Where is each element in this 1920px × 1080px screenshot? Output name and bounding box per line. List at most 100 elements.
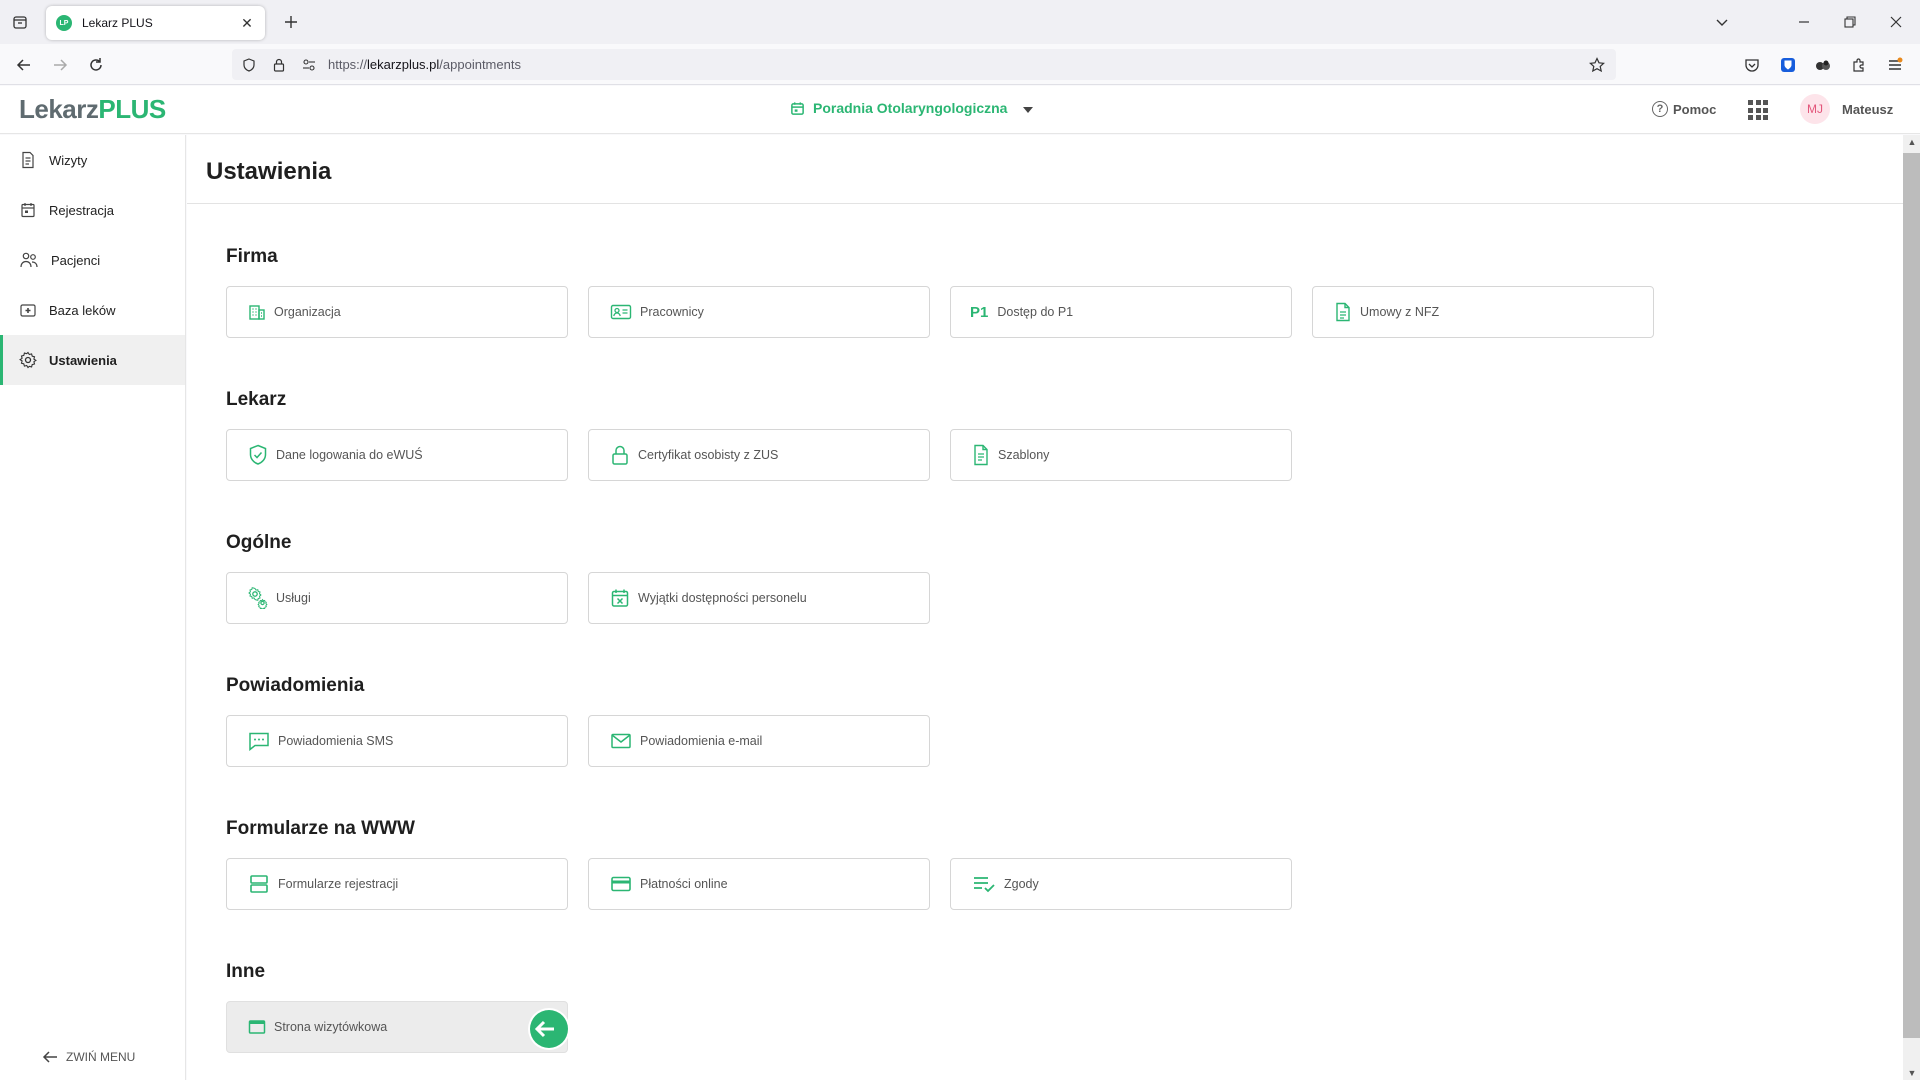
card-label: Dostęp do P1 [997,305,1074,319]
people-icon [20,252,38,268]
sidebar-item-rejestracja[interactable]: Rejestracja [0,185,185,235]
card-dane-logowania-ewus[interactable]: Dane logowania do eWUŚ [226,429,568,481]
scroll-up-icon[interactable]: ▲ [1907,137,1917,147]
sidebar-item-label: Wizyty [49,152,88,168]
clinic-selector[interactable]: Poradnia Otolaryngologiczna [790,100,1041,116]
sidebar-item-label: Rejestracja [49,202,115,218]
app-menu-icon[interactable] [1882,52,1908,78]
card-label: Umowy z NFZ [1360,305,1440,319]
section-title-powiadomienia: Powiadomienia [226,675,365,696]
tab-list-icon[interactable] [8,10,32,34]
card-strona-wizytowkowa[interactable]: Strona wizytówkowa [226,1001,568,1053]
close-tab-icon[interactable]: ✕ [239,15,255,32]
card-label: Wyjątki dostępności personelu [638,591,807,605]
card-label: Formularze rejestracji [278,877,399,891]
sidebar-item-baza-lekow[interactable]: Baza leków [0,285,185,335]
lock-icon[interactable] [266,52,292,78]
card-organizacja[interactable]: Organizacja [226,286,568,338]
main-content: Ustawienia Firma Organizacja Pracownicy … [187,135,1903,1080]
card-platnosci-online[interactable]: Płatności online [588,858,930,910]
pocket-icon[interactable] [1739,52,1765,78]
help-icon: ? [1652,101,1668,117]
card-label: Zgody [1004,877,1039,891]
forward-icon[interactable] [47,52,73,78]
browser-tab[interactable]: LP Lekarz PLUS ✕ [46,6,265,40]
section-title-firma: Firma [226,246,278,267]
section-title-inne: Inne [226,961,266,982]
browser-nav-bar: https://lekarzplus.pl/appointments [0,44,1920,85]
credit-card-icon [611,876,631,892]
card-label: Certyfikat osobisty z ZUS [638,448,779,462]
envelope-icon [611,733,631,749]
card-formularze-rejestracji[interactable]: Formularze rejestracji [226,858,568,910]
page-title: Ustawienia [206,158,332,185]
shield-icon[interactable] [236,52,262,78]
calendar-cancel-icon [611,589,629,607]
sidebar-item-label: Pacjenci [51,252,101,268]
reload-icon[interactable] [83,52,109,78]
sidebar: Wizyty Rejestracja Pacjenci Baza leków U… [0,135,186,1080]
browser-tab-bar: LP Lekarz PLUS ✕ [0,0,1920,44]
tab-overflow-chevron-icon[interactable] [1710,10,1734,34]
app-header: LekarzPLUS Poradnia Otolaryngologiczna ?… [0,86,1920,134]
close-window-icon[interactable] [1884,10,1908,34]
arrow-left-icon [42,1051,57,1063]
document-icon [974,444,988,466]
arrow-left-icon [534,1020,554,1038]
card-powiadomienia-sms[interactable]: Powiadomienia SMS [226,715,568,767]
help-button[interactable]: ? Pomoc [1652,101,1716,117]
minimize-icon[interactable] [1792,10,1816,34]
back-icon[interactable] [11,52,37,78]
card-szablony[interactable]: Szablony [950,429,1292,481]
gear-icon [19,351,37,369]
card-label: Powiadomienia SMS [278,734,394,748]
bitwarden-icon[interactable] [1775,52,1801,78]
scrollbar[interactable]: ▲ ▼ [1903,135,1920,1080]
form-icon [250,875,268,893]
logo[interactable]: LekarzPLUS [19,94,166,125]
section-title-lekarz: Lekarz [226,389,287,410]
card-certyfikat-zus[interactable]: Certyfikat osobisty z ZUS [588,429,930,481]
building-icon [249,305,265,320]
card-zgody[interactable]: Zgody [950,858,1292,910]
lock-icon [612,445,628,465]
new-tab-icon[interactable] [279,10,303,34]
card-uslugi[interactable]: Usługi [226,572,568,624]
collapse-menu-button[interactable]: ZWIŃ MENU [42,1050,135,1064]
chat-icon [249,732,269,751]
card-pracownicy[interactable]: Pracownicy [588,286,930,338]
puzzle-icon[interactable] [1846,52,1872,78]
card-label: Strona wizytówkowa [274,1020,388,1034]
avatar[interactable]: MJ [1800,94,1830,124]
id-card-icon [610,304,632,320]
shield-check-icon [249,444,267,465]
card-label: Powiadomienia e-mail [640,734,763,748]
collapse-menu-label: ZWIŃ MENU [66,1050,136,1064]
permissions-icon[interactable] [296,52,322,78]
section-title-ogolne: Ogólne [226,532,292,553]
card-wyjatki-dostepnosci[interactable]: Wyjątki dostępności personelu [588,572,930,624]
chevron-down-icon[interactable] [1023,100,1041,116]
card-umowy-z-nfz[interactable]: Umowy z NFZ [1312,286,1654,338]
scroll-down-icon[interactable]: ▼ [1907,1068,1917,1078]
checklist-icon [974,877,995,893]
restore-icon[interactable] [1838,10,1862,34]
card-dostep-do-p1[interactable]: P1 Dostęp do P1 [950,286,1292,338]
url-bar[interactable]: https://lekarzplus.pl/appointments [232,49,1616,80]
favicon-icon: LP [56,15,72,31]
apps-grid-icon[interactable] [1748,100,1768,120]
card-label: Szablony [998,448,1050,462]
card-label: Płatności online [640,877,728,891]
sidebar-item-ustawienia[interactable]: Ustawienia [0,335,185,385]
extension-icon[interactable] [1810,52,1836,78]
divider [187,203,1903,204]
user-name[interactable]: Mateusz [1842,102,1893,117]
card-powiadomienia-email[interactable]: Powiadomienia e-mail [588,715,930,767]
document-list-icon [22,151,34,169]
calendar-icon [791,101,804,115]
sidebar-item-wizyty[interactable]: Wizyty [0,135,185,185]
bookmark-star-icon[interactable] [1584,52,1610,78]
scrollbar-thumb[interactable] [1903,153,1920,1038]
sidebar-item-pacjenci[interactable]: Pacjenci [0,235,185,285]
back-arrow-button[interactable] [530,1010,568,1048]
